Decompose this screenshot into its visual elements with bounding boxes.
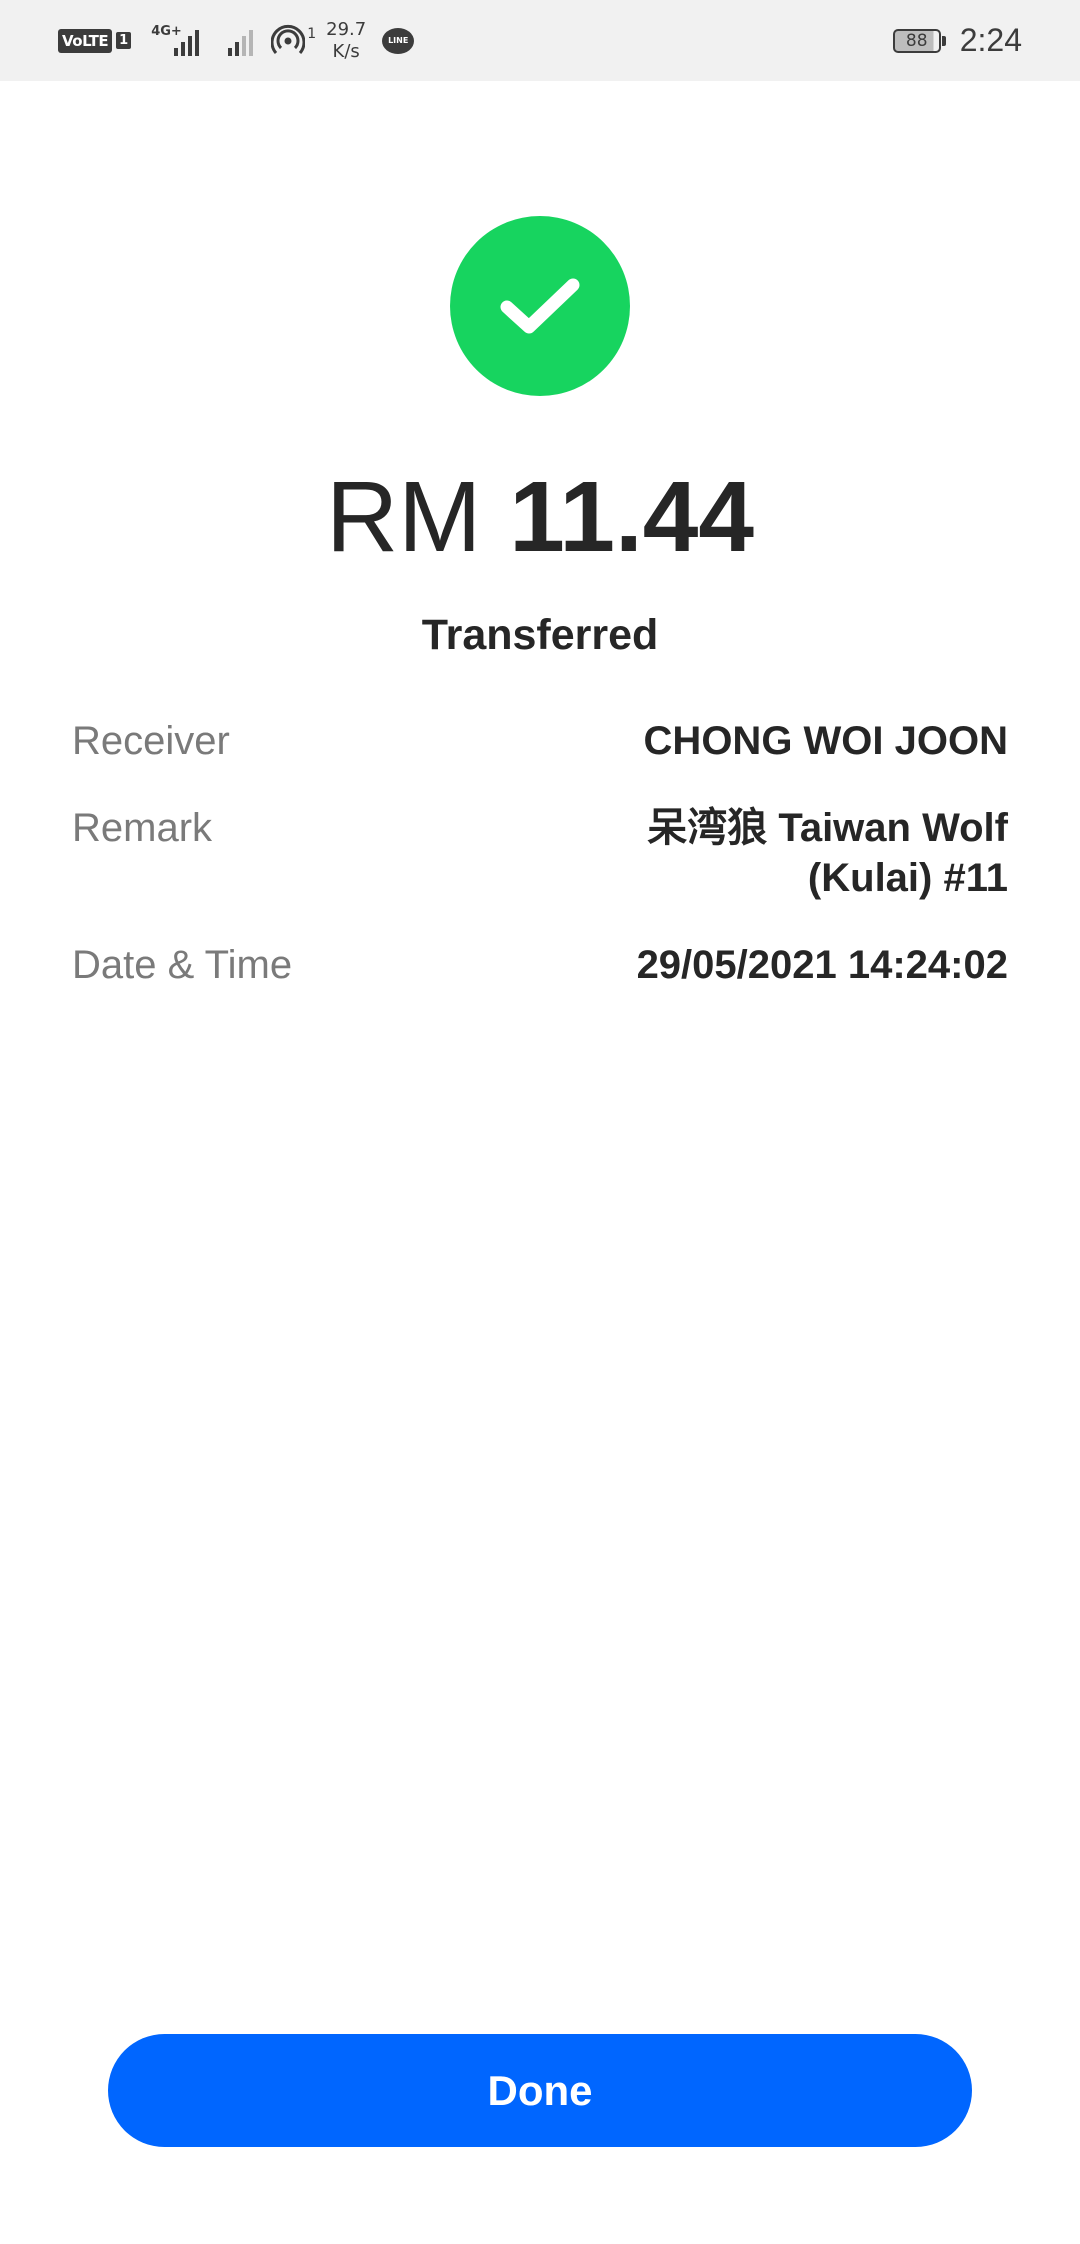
volte-label: VoLTE bbox=[58, 28, 113, 53]
volte-icon: VoLTE 1 bbox=[58, 28, 132, 53]
status-clock: 2:24 bbox=[959, 22, 1022, 58]
date-time-value: 29/05/2021 14:24:02 bbox=[636, 943, 1008, 987]
date-time-label: Date & Time bbox=[72, 943, 293, 987]
status-bar-left: VoLTE 1 4G+ 1 29.7 K/s LINE bbox=[58, 0, 415, 81]
battery-icon: 88 bbox=[892, 28, 946, 53]
network-speed: 29.7 K/s bbox=[326, 19, 366, 63]
status-bar: VoLTE 1 4G+ 1 29.7 K/s LINE 88 2:24 bbox=[0, 0, 1080, 81]
receiver-label: Receiver bbox=[72, 719, 230, 763]
status-bar-right: 88 2:24 bbox=[892, 0, 1022, 81]
transfer-status: Transferred bbox=[421, 611, 659, 659]
detail-row-receiver: Receiver CHONG WOI JOON bbox=[72, 716, 1008, 766]
detail-row-remark: Remark 呆湾狼 Taiwan Wolf (Kulai) #11 bbox=[72, 803, 1008, 903]
done-button[interactable]: Done bbox=[108, 2034, 972, 2147]
speed-unit: K/s bbox=[332, 40, 360, 62]
line-app-icon: LINE bbox=[382, 27, 415, 54]
hotspot-count: 1 bbox=[307, 25, 317, 42]
speed-value: 29.7 bbox=[326, 18, 367, 40]
mobile-signal-icon: 4G+ bbox=[151, 23, 200, 56]
line-app-label: LINE bbox=[388, 36, 409, 45]
success-check-icon bbox=[450, 216, 630, 396]
network-type-label: 4G+ bbox=[151, 23, 182, 39]
hotspot-icon: 1 bbox=[271, 24, 316, 58]
secondary-signal-icon bbox=[225, 26, 254, 56]
remark-value: 呆湾狼 Taiwan Wolf (Kulai) #11 bbox=[647, 806, 1008, 900]
remark-label: Remark bbox=[72, 806, 213, 850]
transfer-amount: RM 11.44 bbox=[0, 458, 1080, 576]
detail-row-date-time: Date & Time 29/05/2021 14:24:02 bbox=[72, 940, 1008, 990]
done-button-label: Done bbox=[487, 2066, 593, 2114]
currency-label: RM bbox=[325, 461, 482, 573]
receiver-value: CHONG WOI JOON bbox=[643, 719, 1008, 763]
sim-badge: 1 bbox=[116, 32, 132, 49]
amount-value: 11.44 bbox=[509, 461, 755, 573]
battery-level: 88 bbox=[905, 30, 928, 51]
